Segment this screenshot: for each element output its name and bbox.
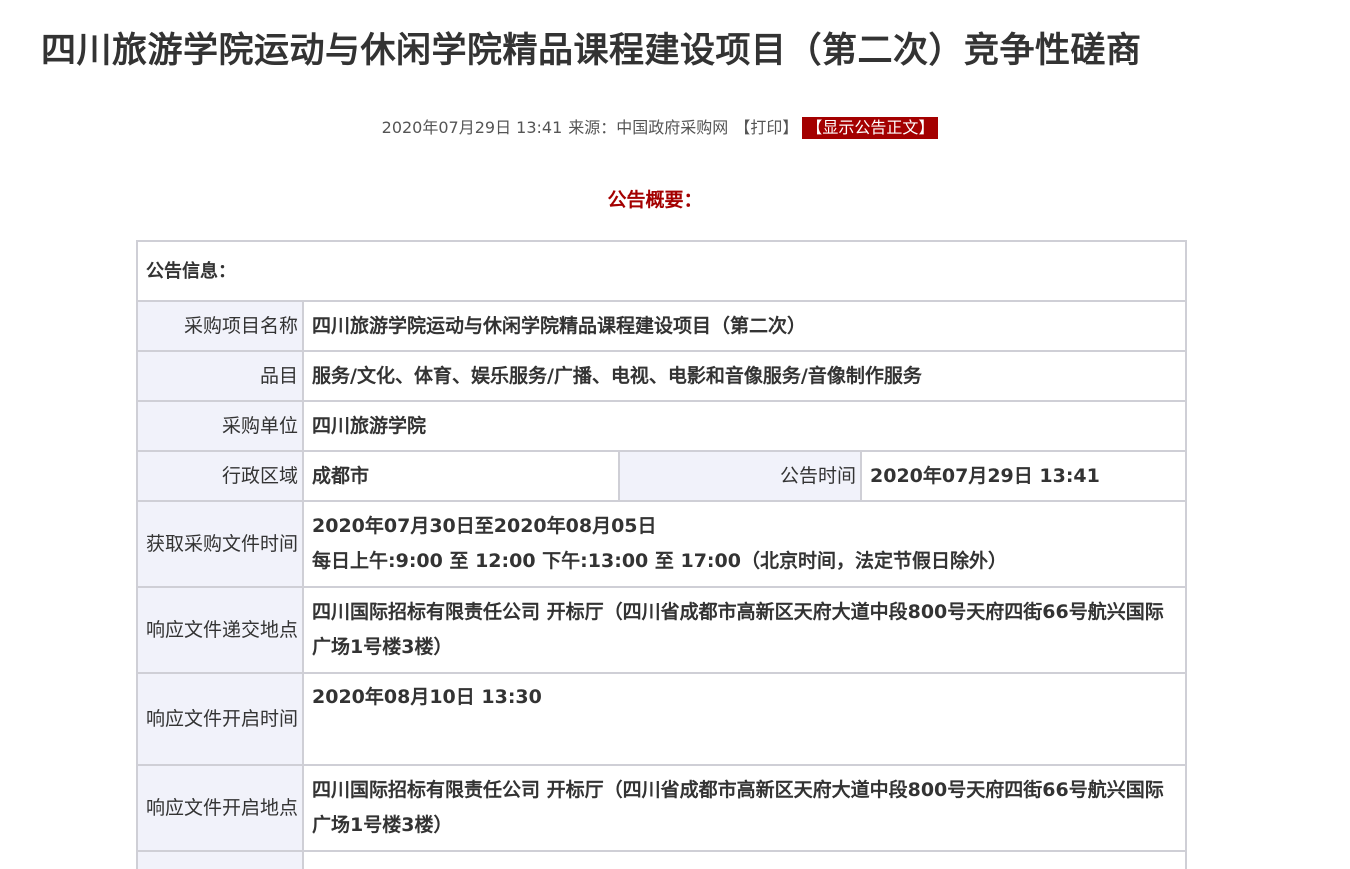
table-row: 品目 服务/文化、体育、娱乐服务/广播、电视、电影和音像服务/音像制作服务 [136,350,1187,402]
table-row: 响应文件递交地点 四川国际招标有限责任公司 开标厅（四川省成都市高新区天府大道中… [136,586,1187,674]
table-row: 获取采购文件时间 2020年07月30日至2020年08月05日 每日上午:9:… [136,500,1187,588]
project-name-value: 四川旅游学院运动与休闲学院精品课程建设项目（第二次） [302,300,1187,352]
table-heading: 公告信息： [136,240,1187,302]
purchaser-value: 四川旅游学院 [302,400,1187,452]
project-name-label: 采购项目名称 [136,300,304,352]
open-place-value: 四川国际招标有限责任公司 开标厅（四川省成都市高新区天府大道中段800号天府四街… [302,764,1187,852]
table-row-partial [136,850,1187,869]
submit-place-value: 四川国际招标有限责任公司 开标厅（四川省成都市高新区天府大道中段800号天府四街… [302,586,1187,674]
category-label: 品目 [136,350,304,402]
doc-time-date-range: 2020年07月30日至2020年08月05日 [312,515,657,537]
table-row: 响应文件开启地点 四川国际招标有限责任公司 开标厅（四川省成都市高新区天府大道中… [136,764,1187,852]
doc-time-label: 获取采购文件时间 [136,500,304,588]
print-link[interactable]: 【打印】 [734,118,798,137]
source-label: 来源： [568,118,617,137]
table-row: 采购项目名称 四川旅游学院运动与休闲学院精品课程建设项目（第二次） [136,300,1187,352]
region-label: 行政区域 [136,450,304,502]
region-value: 成都市 [302,450,620,502]
summary-heading: 公告概要： [607,189,703,211]
announcement-info-table: 公告信息： 采购项目名称 四川旅游学院运动与休闲学院精品课程建设项目（第二次） … [136,240,1187,869]
next-row-value [302,850,1187,869]
table-row: 采购单位 四川旅游学院 [136,400,1187,452]
source-name: 中国政府采购网 [616,118,729,137]
doc-time-daily-hours: 每日上午:9:00 至 12:00 下午:13:00 至 17:00（北京时间，… [312,550,1007,572]
open-time-label: 响应文件开启时间 [136,672,304,766]
announcement-meta: 2020年07月29日 13:41 来源：中国政府采购网 【打印】 【显示公告正文】 [0,116,1320,140]
show-body-button[interactable]: 【显示公告正文】 [802,117,939,139]
table-row: 行政区域 成都市 公告时间 2020年07月29日 13:41 [136,450,1187,502]
publish-datetime: 2020年07月29日 13:41 [381,118,563,137]
submit-place-label: 响应文件递交地点 [136,586,304,674]
doc-time-value: 2020年07月30日至2020年08月05日 每日上午:9:00 至 12:0… [302,500,1187,588]
open-time-value: 2020年08月10日 13:30 [302,672,1187,766]
open-place-label: 响应文件开启地点 [136,764,304,852]
announce-time-value: 2020年07月29日 13:41 [860,450,1187,502]
next-row-label [136,850,304,869]
table-heading-row: 公告信息： [136,240,1187,302]
page-title: 四川旅游学院运动与休闲学院精品课程建设项目（第二次）竞争性磋商 [41,31,1142,71]
purchaser-label: 采购单位 [136,400,304,452]
announce-time-label: 公告时间 [618,450,862,502]
table-row: 响应文件开启时间 2020年08月10日 13:30 [136,672,1187,766]
category-value: 服务/文化、体育、娱乐服务/广播、电视、电影和音像服务/音像制作服务 [302,350,1187,402]
